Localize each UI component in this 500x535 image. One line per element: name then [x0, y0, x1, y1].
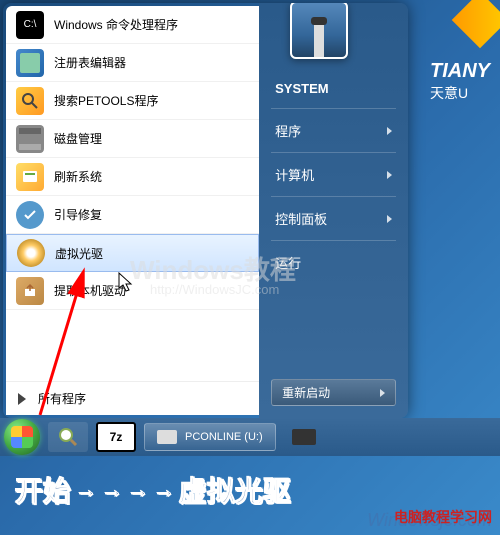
arrow-icon: → — [75, 477, 97, 503]
arrow-right-icon — [18, 393, 26, 405]
right-computer[interactable]: 计算机 — [259, 155, 408, 194]
taskbar-chip[interactable] — [284, 422, 324, 452]
menu-item-search-petools[interactable]: 搜索PETOOLS程序 — [6, 82, 259, 120]
arrow-icon: → — [101, 477, 123, 503]
right-run[interactable]: 运行 — [259, 243, 408, 282]
chevron-right-icon — [387, 127, 392, 135]
desktop-branding: TIANY 天意U — [430, 60, 490, 103]
user-name[interactable]: SYSTEM — [259, 71, 408, 106]
chip-icon — [292, 429, 316, 445]
site-watermark: 电脑教程学习网 — [394, 507, 492, 527]
menu-item-cmd[interactable]: C:\ Windows 命令处理程序 — [6, 6, 259, 44]
chevron-right-icon — [387, 215, 392, 223]
menu-label: 刷新系统 — [54, 168, 102, 185]
start-menu-left-panel: C:\ Windows 命令处理程序 注册表编辑器 搜索PETOOLS程序 磁盘… — [6, 6, 259, 415]
taskbar-7zip[interactable]: 7z — [96, 422, 136, 452]
arrow-icon: → — [153, 477, 175, 503]
menu-label: 虚拟光驱 — [55, 245, 103, 262]
all-programs-button[interactable]: 所有程序 — [6, 381, 259, 415]
right-label: 计算机 — [275, 165, 314, 184]
windows-logo-icon — [11, 426, 33, 448]
brand-subtitle: 天意U — [430, 83, 490, 103]
menu-item-bootrepair[interactable]: 引导修复 — [6, 196, 259, 234]
instruction-text: 开始 → → → → 虚拟光驱 — [15, 470, 291, 510]
right-label: 控制面板 — [275, 209, 327, 228]
menu-label: 提取本机驱动 — [54, 282, 126, 299]
instruction-target: 虚拟光驱 — [179, 470, 291, 510]
right-label: 运行 — [275, 253, 301, 272]
menu-item-refresh[interactable]: 刷新系统 — [6, 158, 259, 196]
arrow-icon: → — [127, 477, 149, 503]
menu-label: 搜索PETOOLS程序 — [54, 92, 158, 109]
right-control-panel[interactable]: 控制面板 — [259, 199, 408, 238]
right-label: 程序 — [275, 121, 301, 140]
all-programs-label: 所有程序 — [38, 390, 86, 407]
menu-item-extract-drivers[interactable]: 提取本机驱动 — [6, 272, 259, 310]
refresh-icon — [16, 163, 44, 191]
seven-zip-label: 7z — [110, 430, 123, 444]
separator — [271, 108, 396, 109]
menu-label: 引导修复 — [54, 206, 102, 223]
boot-repair-icon — [16, 201, 44, 229]
separator — [271, 196, 396, 197]
restart-button[interactable]: 重新启动 — [271, 379, 396, 406]
disk-icon — [16, 125, 44, 153]
user-label: SYSTEM — [275, 81, 328, 96]
drive-icon — [157, 430, 177, 444]
right-programs[interactable]: 程序 — [259, 111, 408, 150]
instruction-start: 开始 — [15, 470, 71, 510]
restart-label: 重新启动 — [282, 384, 330, 401]
drive-label: PCONLINE (U:) — [185, 431, 263, 443]
regedit-icon — [16, 49, 44, 77]
extract-icon — [16, 277, 44, 305]
search-icon — [16, 87, 44, 115]
menu-item-diskmgmt[interactable]: 磁盘管理 — [6, 120, 259, 158]
menu-item-virtual-cd[interactable]: 虚拟光驱 — [6, 234, 259, 272]
user-picture[interactable] — [290, 3, 348, 59]
chevron-right-icon — [387, 171, 392, 179]
start-menu: C:\ Windows 命令处理程序 注册表编辑器 搜索PETOOLS程序 磁盘… — [3, 3, 408, 418]
cmd-icon: C:\ — [16, 11, 44, 39]
menu-label: 注册表编辑器 — [54, 54, 126, 71]
cd-icon — [17, 239, 45, 267]
taskbar-drive-button[interactable]: PCONLINE (U:) — [144, 423, 276, 451]
separator — [271, 240, 396, 241]
chevron-right-icon — [380, 389, 385, 397]
separator — [271, 152, 396, 153]
taskbar: 7z PCONLINE (U:) — [0, 418, 500, 456]
lighthouse-icon — [314, 23, 324, 57]
menu-item-regedit[interactable]: 注册表编辑器 — [6, 44, 259, 82]
start-menu-right-panel: SYSTEM 程序 计算机 控制面板 运行 重新启动 — [259, 3, 408, 418]
menu-label: 磁盘管理 — [54, 130, 102, 147]
brand-logo: TIANY — [430, 60, 490, 83]
taskbar-magnifier[interactable] — [48, 422, 88, 452]
menu-label: Windows 命令处理程序 — [54, 16, 178, 33]
desktop-decoration — [452, 0, 500, 48]
start-button[interactable] — [4, 419, 40, 455]
